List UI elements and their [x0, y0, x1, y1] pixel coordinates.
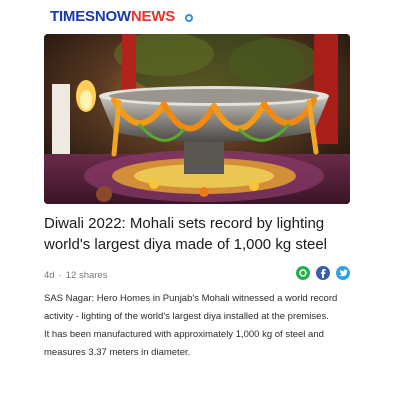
share-count: 12 shares: [65, 269, 108, 281]
whatsapp-icon[interactable]: [296, 266, 310, 280]
twitter-icon[interactable]: [336, 266, 350, 280]
article-age: 4d: [44, 269, 55, 281]
article-meta: 4d · 12 shares: [44, 266, 350, 283]
verified-icon: [185, 14, 194, 22]
share-buttons: [296, 266, 350, 280]
publisher-logo[interactable]: TIMESNOWNEWS: [50, 8, 175, 26]
summary-paragraph-2: It has been manufactured with approximat…: [44, 329, 324, 358]
article-image[interactable]: [44, 34, 350, 204]
diya-photo: [44, 34, 350, 204]
publisher-header[interactable]: TIMESNOWNEWS: [50, 8, 194, 26]
facebook-icon[interactable]: [316, 266, 330, 280]
article-headline[interactable]: Diwali 2022: Mohali sets record by light…: [44, 213, 364, 255]
meta-separator: ·: [58, 269, 62, 281]
news-card[interactable]: TIMESNOWNEWS Diwali 2022: Mohali sets re…: [0, 0, 400, 400]
brand-news: NEWS: [130, 8, 176, 25]
summary-paragraph-1: SAS Nagar: Hero Homes in Punjab's Mohali…: [44, 293, 338, 322]
article-summary: SAS Nagar: Hero Homes in Punjab's Mohali…: [44, 290, 356, 362]
brand-times: TIMESNOW: [50, 8, 131, 25]
